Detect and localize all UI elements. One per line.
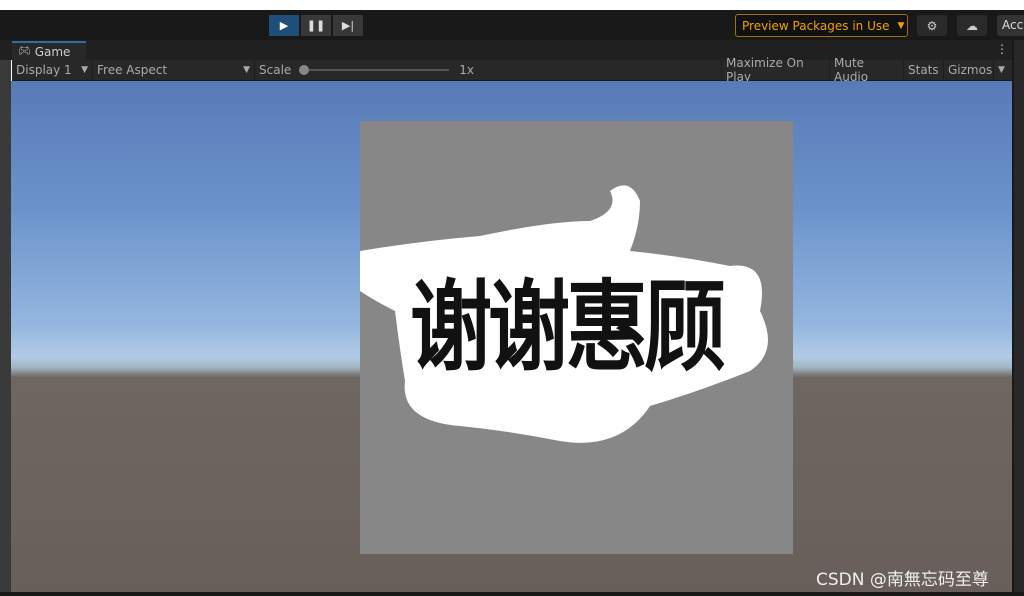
scale-label: Scale bbox=[259, 63, 292, 77]
scene-text: 谢谢惠顾 bbox=[410, 271, 726, 386]
more-options-icon[interactable]: ⋮ bbox=[996, 42, 1008, 56]
pause-button[interactable]: ❚❚ bbox=[301, 15, 331, 36]
display-dropdown[interactable]: Display 1 ▼ bbox=[12, 60, 93, 80]
main-toolbar: ▶ ❚❚ ▶| Preview Packages in Use ▼ ⚙ ☁ Acc bbox=[0, 10, 1024, 40]
chevron-down-icon: ▼ bbox=[243, 65, 250, 75]
preview-packages-button[interactable]: Preview Packages in Use ▼ bbox=[735, 14, 908, 37]
gizmos-dropdown-icon[interactable]: ▼ bbox=[994, 60, 1012, 80]
cloud-icon[interactable]: ☁ bbox=[957, 15, 987, 36]
ui-image: 谢谢惠顾 bbox=[360, 121, 793, 554]
left-panel-edge bbox=[0, 60, 11, 596]
play-button[interactable]: ▶ bbox=[269, 15, 299, 36]
watermark: CSDN @南無忘码至尊 bbox=[816, 570, 989, 590]
chevron-down-icon: ▼ bbox=[81, 65, 88, 75]
game-viewport[interactable]: 谢谢惠顾 bbox=[11, 81, 1012, 592]
mute-audio-toggle[interactable]: Mute Audio bbox=[830, 56, 904, 84]
aspect-dropdown[interactable]: Free Aspect ▼ bbox=[93, 60, 255, 80]
step-button[interactable]: ▶| bbox=[333, 15, 363, 36]
tab-game[interactable]: 🎮︎ Game bbox=[12, 41, 86, 60]
scale-slider-handle[interactable] bbox=[299, 65, 310, 75]
game-view-toolbar: Display 1 ▼ Free Aspect ▼ Scale 1x Maximize… bbox=[12, 56, 1012, 84]
maximize-on-play-toggle[interactable]: Maximize On Play bbox=[722, 56, 830, 84]
bottom-edge bbox=[0, 592, 1024, 596]
preview-packages-label: Preview Packages in Use bbox=[742, 18, 890, 33]
gizmos-toggle[interactable]: Gizmos bbox=[944, 60, 994, 80]
gamepad-icon: 🎮︎ bbox=[18, 46, 31, 57]
right-panel-edge bbox=[1012, 40, 1024, 596]
chevron-down-icon: ▼ bbox=[897, 20, 905, 31]
stats-toggle[interactable]: Stats bbox=[904, 60, 944, 80]
account-button[interactable]: Acc bbox=[997, 15, 1024, 36]
scale-value: 1x bbox=[459, 63, 475, 77]
tab-game-label: Game bbox=[34, 44, 71, 59]
scale-control: Scale 1x bbox=[255, 60, 722, 80]
aspect-label: Free Aspect bbox=[97, 63, 168, 77]
top-margin bbox=[0, 0, 1024, 10]
scale-slider[interactable] bbox=[299, 65, 450, 75]
display-label: Display 1 bbox=[16, 63, 72, 77]
collab-icon[interactable]: ⚙ bbox=[917, 15, 947, 36]
